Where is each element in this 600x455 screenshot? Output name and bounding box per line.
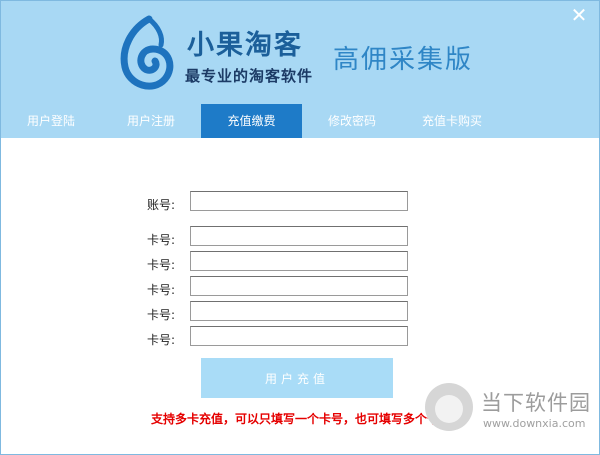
card-label-2: 卡号: <box>146 258 175 272</box>
watermark-logo-icon <box>425 383 473 431</box>
header-banner: ✕ 小果淘客 最专业的淘客软件 高佣采集版 <box>1 1 599 104</box>
tab-buy-card[interactable]: 充值卡购买 <box>402 104 502 138</box>
tab-recharge[interactable]: 充值缴费 <box>201 104 302 138</box>
card-label-4: 卡号: <box>146 308 175 322</box>
card-input-1[interactable] <box>190 226 408 246</box>
recharge-notice: 支持多卡充值，可以只填写一个卡号，也可填写多个卡号! <box>151 412 457 426</box>
tab-change-password[interactable]: 修改密码 <box>302 104 402 138</box>
recharge-form: 账号: 卡号: 卡号: 卡号: 卡号: 卡号: 用户充值 支持多卡充值，可以只填… <box>1 138 599 454</box>
recharge-button[interactable]: 用户充值 <box>201 358 393 398</box>
close-button[interactable]: ✕ <box>569 5 589 25</box>
tab-user-register[interactable]: 用户注册 <box>101 104 201 138</box>
card-label-3: 卡号: <box>146 283 175 297</box>
account-input[interactable] <box>190 191 408 211</box>
brand-slogan: 最专业的淘客软件 <box>185 67 314 85</box>
watermark-url: www.downxia.com <box>483 417 586 430</box>
brand-name: 小果淘客 <box>187 30 303 61</box>
edition-title: 高佣采集版 <box>333 45 474 75</box>
card-input-3[interactable] <box>190 276 408 296</box>
account-label: 账号: <box>146 198 175 212</box>
card-label-5: 卡号: <box>146 333 175 347</box>
card-label-1: 卡号: <box>146 233 175 247</box>
app-window: ✕ 小果淘客 最专业的淘客软件 高佣采集版 用户登陆 用户注册 充值缴费 修改密… <box>0 0 600 455</box>
card-input-4[interactable] <box>190 301 408 321</box>
tab-bar: 用户登陆 用户注册 充值缴费 修改密码 充值卡购买 <box>1 104 599 138</box>
tab-user-login[interactable]: 用户登陆 <box>1 104 101 138</box>
swirl-logo-icon <box>120 15 174 90</box>
site-watermark: 当下软件园 www.downxia.com <box>425 381 595 441</box>
card-input-5[interactable] <box>190 326 408 346</box>
watermark-title: 当下软件园 <box>481 391 591 415</box>
card-input-2[interactable] <box>190 251 408 271</box>
